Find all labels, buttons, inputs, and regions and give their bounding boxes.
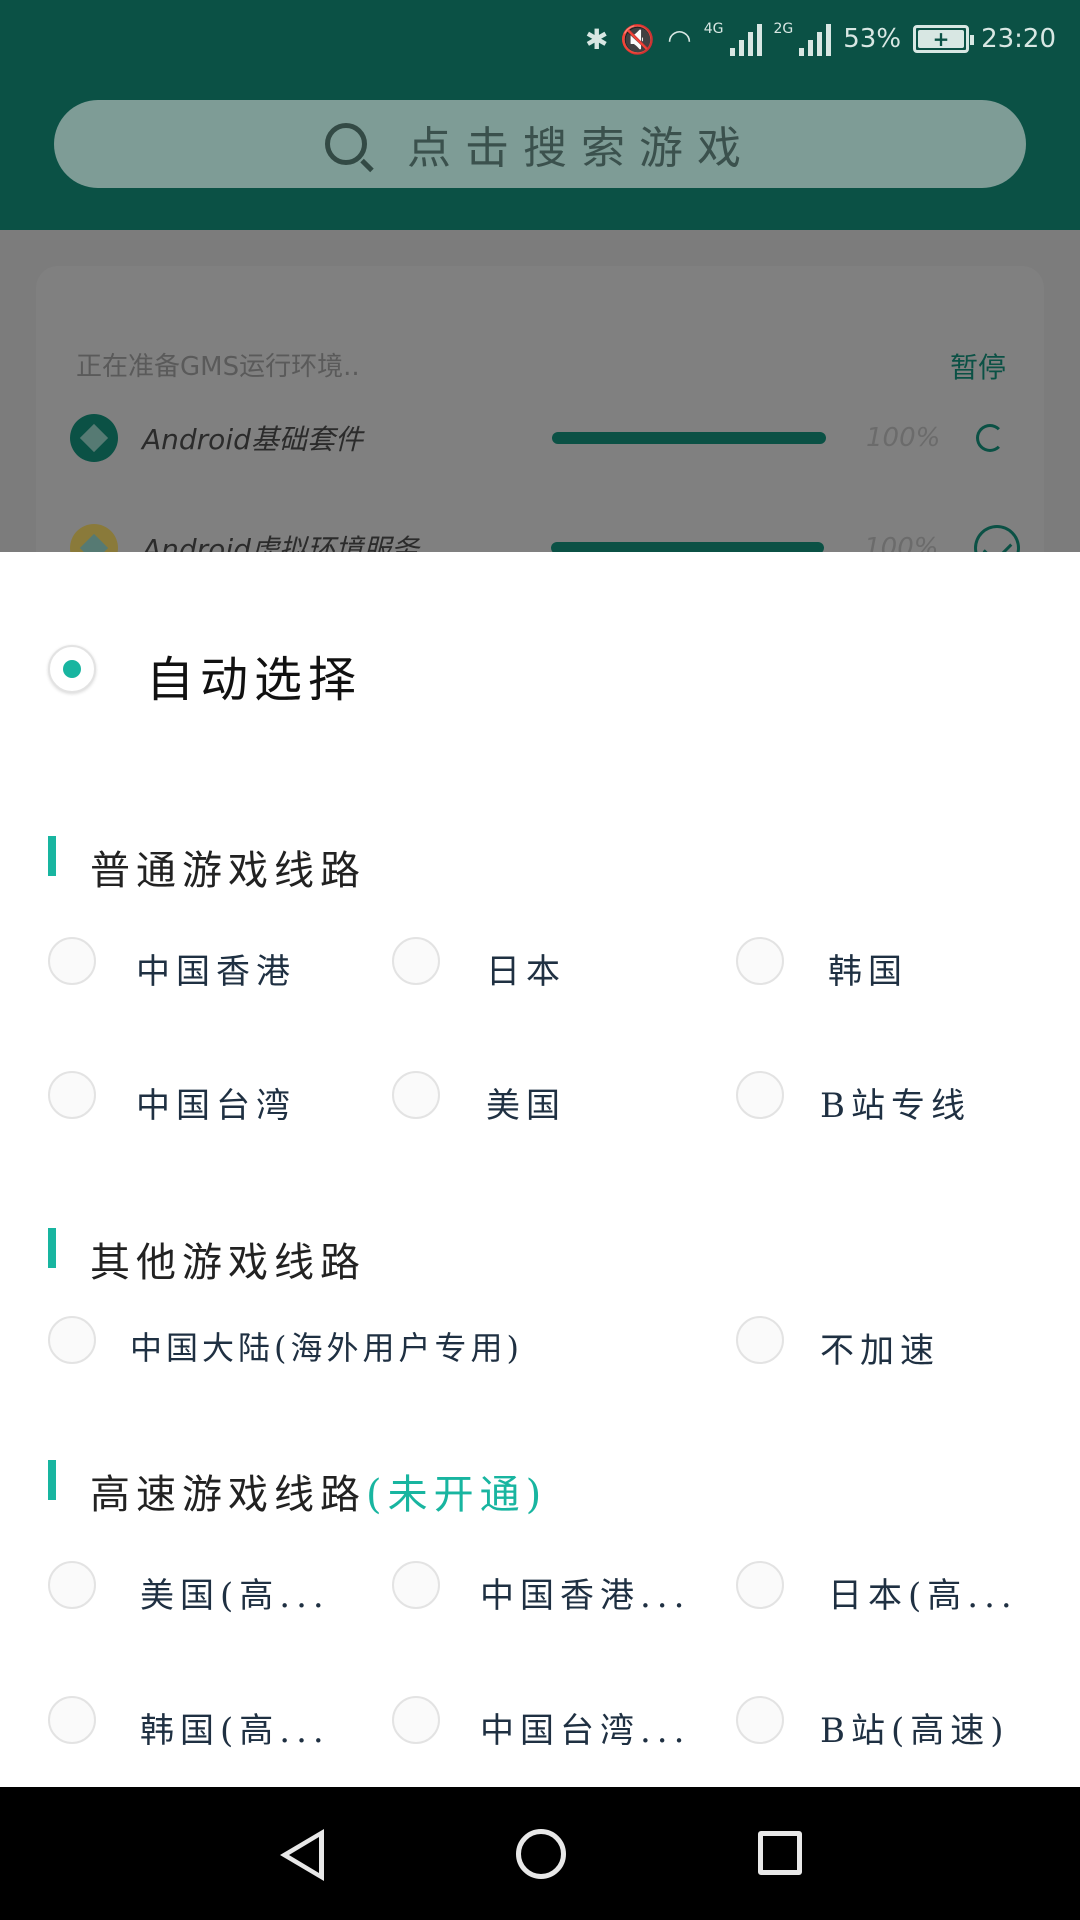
option-label[interactable]: 日本(高... [828, 1568, 1018, 1617]
pause-button[interactable]: 暂停 [950, 346, 1006, 386]
app-header: ✱ 🔇 ◠ 4G 2G 53% + 23:20 点击搜索游戏 [0, 0, 1080, 230]
option-label[interactable]: B站专线 [820, 1078, 971, 1127]
section-title-normal: 普通游戏线路 [90, 848, 366, 894]
option-radio[interactable] [736, 1561, 784, 1609]
signal-4g-icon [729, 22, 762, 56]
option-radio[interactable] [736, 1316, 784, 1364]
option-radio[interactable] [392, 1071, 440, 1119]
bluetooth-icon: ✱ [584, 22, 609, 56]
gms-task-percent: 100% [866, 423, 941, 453]
option-radio[interactable] [736, 1696, 784, 1744]
gms-card-title: 正在准备GMS运行环境.. [76, 352, 360, 382]
gms-task-progress [552, 432, 826, 444]
option-label[interactable]: 韩国 [828, 944, 908, 993]
section-title-highspeed: 高速游戏线路(未开通) [90, 1462, 547, 1520]
gms-task-progress [550, 542, 825, 552]
android-suite-icon [70, 414, 118, 462]
option-radio[interactable] [736, 937, 784, 985]
system-nav-bar [0, 1787, 1080, 1920]
search-placeholder: 点击搜索游戏 [407, 123, 755, 174]
check-circle-icon [974, 525, 1021, 552]
section-marker [48, 1460, 56, 1500]
mute-icon: 🔇 [620, 22, 656, 56]
recent-apps-icon[interactable] [758, 1831, 802, 1875]
option-radio[interactable] [392, 937, 440, 985]
section-title-text: 高速游戏线路 [90, 1472, 366, 1518]
gms-task-name: Android虚拟环境服务 [142, 533, 419, 552]
option-label[interactable]: 美国 [486, 1078, 566, 1127]
option-radio[interactable] [48, 1696, 96, 1744]
gms-task-percent: 100% [864, 533, 939, 552]
home-icon[interactable] [516, 1829, 566, 1879]
status-bar: ✱ 🔇 ◠ 4G 2G 53% + 23:20 [585, 14, 1056, 64]
option-label[interactable]: 不加速 [820, 1323, 940, 1372]
option-label[interactable]: 中国台湾 [136, 1078, 296, 1127]
option-label[interactable]: 中国台湾... [480, 1703, 690, 1752]
loading-spinner-icon [976, 424, 1004, 452]
signal-2g-icon [799, 22, 832, 56]
battery-percent: 53% [843, 24, 902, 54]
back-icon[interactable] [280, 1829, 324, 1881]
section-marker [48, 836, 56, 876]
gms-task-row: Android基础套件 100% [70, 408, 1020, 468]
not-activated-note: (未开通) [366, 1472, 548, 1518]
option-radio[interactable] [48, 1071, 96, 1119]
option-label[interactable]: 美国(高... [140, 1568, 330, 1617]
auto-select-radio[interactable] [48, 645, 96, 693]
option-radio[interactable] [392, 1561, 440, 1609]
option-radio[interactable] [48, 1561, 96, 1609]
option-radio[interactable] [392, 1696, 440, 1744]
section-marker [48, 1228, 56, 1268]
wifi-icon: ◠ [667, 22, 692, 56]
network-2g-label: 2G [773, 21, 794, 37]
option-label[interactable]: 中国香港... [480, 1568, 690, 1617]
auto-select-label[interactable]: 自动选择 [146, 640, 362, 710]
gms-task-name: Android基础套件 [142, 423, 363, 456]
search-icon [325, 123, 367, 165]
gms-setup-card: 正在准备GMS运行环境.. 暂停 Android基础套件 100% Androi… [36, 266, 1044, 552]
battery-charging-icon: + [913, 25, 975, 53]
option-label[interactable]: 中国大陆(海外用户专用) [130, 1323, 523, 1369]
virtual-env-icon [70, 524, 118, 552]
option-label[interactable]: 韩国(高... [140, 1703, 330, 1752]
option-label[interactable]: B站(高速) [820, 1703, 1010, 1752]
section-title-other: 其他游戏线路 [90, 1240, 366, 1286]
option-radio[interactable] [736, 1071, 784, 1119]
network-4g-label: 4G [703, 21, 724, 37]
clock: 23:20 [981, 24, 1056, 54]
gms-task-row: Android虚拟环境服务 100% [70, 518, 1021, 552]
option-radio[interactable] [48, 937, 96, 985]
option-label[interactable]: 中国香港 [136, 944, 296, 993]
dimmed-background: 正在准备GMS运行环境.. 暂停 Android基础套件 100% Androi… [0, 230, 1080, 552]
option-label[interactable]: 日本 [486, 944, 566, 993]
option-radio[interactable] [48, 1316, 96, 1364]
search-bar[interactable]: 点击搜索游戏 [54, 100, 1026, 188]
